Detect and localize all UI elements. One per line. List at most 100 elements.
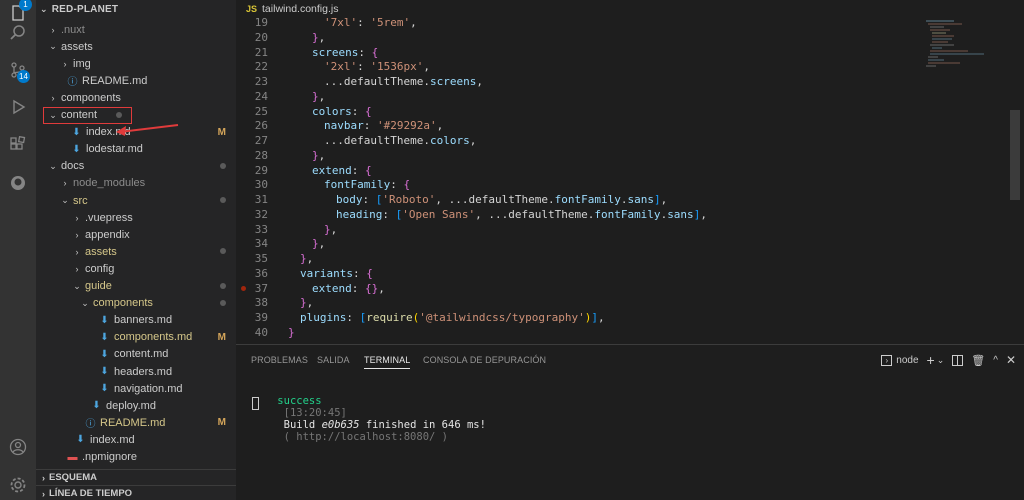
folder-item[interactable]: ⌄ src [36, 192, 236, 209]
bottom-panel: PROBLEMAS SALIDA TERMINAL CONSOLA DE DEP… [236, 344, 1024, 470]
terminal-output-line: success [13:20:45] Build e0b635 finished… [277, 395, 486, 443]
annotation-arrow-icon [116, 124, 179, 136]
folder-item[interactable]: › components [36, 89, 236, 106]
run-debug-icon[interactable] [5, 94, 31, 120]
timeline-section[interactable]: › LÍNEA DE TIEMPO [36, 485, 236, 500]
explorer-sidebar: ⌄ RED-PLANET › .nuxt ⌄ assets › img ⓘ README.md… [36, 0, 236, 500]
markdown-file-icon: ⬇ [100, 348, 109, 360]
file-item[interactable]: ▬ .npmignore [36, 449, 236, 466]
chevron-down-icon[interactable]: ⌄ [937, 355, 945, 366]
panel-empty-area [236, 470, 1024, 500]
modified-dot [220, 281, 226, 292]
modified-badge: M [217, 417, 226, 429]
chevron-right-icon: › [42, 488, 45, 499]
tree-item-label: .npmignore [82, 451, 138, 463]
modified-dot [220, 161, 226, 172]
new-terminal-icon[interactable]: + [927, 352, 935, 368]
tree-item-label: guide [85, 280, 112, 292]
npm-file-icon: ▬ [67, 451, 78, 463]
tree-item-label: docs [61, 160, 85, 173]
folder-item[interactable]: › img [36, 55, 236, 72]
github-icon[interactable] [5, 170, 31, 196]
modified-badge: M [217, 331, 226, 343]
activity-bar: 1 14 [0, 0, 36, 500]
code-text: } [288, 325, 295, 339]
folder-item[interactable]: ⌄ docs [36, 158, 236, 175]
markdown-file-icon: ⬇ [76, 434, 85, 446]
folder-item[interactable]: ⌄ guide [36, 278, 236, 295]
trash-icon[interactable]: 🗑 [971, 354, 985, 367]
folder-item[interactable]: › config [36, 260, 236, 277]
tree-item-label: .vuepress [85, 211, 133, 224]
outline-section[interactable]: › ESQUEMA [36, 469, 236, 485]
minimap[interactable] [924, 18, 994, 88]
tree-item-label: components.md [114, 331, 193, 344]
extensions-icon[interactable] [5, 132, 31, 158]
chevron-down-icon: ⌄ [81, 297, 89, 308]
scm-badge: 14 [17, 70, 30, 83]
chevron-down-icon: ⌄ [61, 195, 69, 205]
file-item[interactable]: ⬇ lodestar.md [36, 141, 236, 158]
folder-item[interactable]: ⌄ components [36, 295, 236, 312]
folder-item[interactable]: › appendix [36, 226, 236, 243]
info-file-icon: ⓘ [67, 77, 78, 89]
markdown-file-icon: ⬇ [72, 126, 81, 138]
explorer-badge: 1 [19, 0, 32, 11]
close-icon[interactable]: ✕ [1006, 353, 1016, 367]
tab-debug-console[interactable]: CONSOLA DE DEPURACIÓN [423, 355, 546, 365]
maximize-panel-icon[interactable]: ^ [993, 355, 998, 366]
tab-problems[interactable]: PROBLEMAS [251, 355, 308, 365]
file-item[interactable]: ⬇ index.md [36, 431, 236, 448]
file-item[interactable]: ⓘ README.md [36, 72, 236, 89]
chevron-right-icon: › [75, 246, 79, 257]
file-item[interactable]: ⬇ headers.md [36, 363, 236, 380]
markdown-file-icon: ⬇ [92, 400, 101, 412]
chevron-down-icon: ⌄ [40, 4, 48, 14]
chevron-down-icon: ⌄ [49, 41, 57, 52]
folder-item[interactable]: › assets [36, 243, 236, 260]
tab-output[interactable]: SALIDA [317, 355, 350, 365]
folder-item[interactable]: ⌄ assets [36, 38, 236, 55]
chevron-right-icon: › [75, 263, 79, 274]
tree-item-label: navigation.md [114, 382, 183, 395]
tree-item-label: deploy.md [106, 399, 156, 412]
markdown-file-icon: ⬇ [100, 331, 109, 343]
tree-item-label: content.md [114, 348, 169, 361]
tree-item-label: appendix [85, 228, 130, 241]
chevron-down-icon: ⌄ [49, 160, 57, 171]
chevron-right-icon: › [75, 229, 79, 240]
file-item[interactable]: ⬇ components.md M [36, 329, 236, 346]
search-icon[interactable] [5, 20, 31, 46]
tree-item-label: img [73, 57, 91, 70]
split-terminal-icon[interactable] [952, 354, 964, 366]
tree-item-label: assets [85, 245, 117, 258]
file-item[interactable]: ⬇ deploy.md [36, 397, 236, 414]
chevron-right-icon: › [51, 24, 55, 35]
file-item[interactable]: ⬇ navigation.md [36, 380, 236, 397]
chevron-right-icon: › [63, 178, 67, 189]
tree-item-label: content [61, 109, 98, 121]
workspace-title[interactable]: ⌄ RED-PLANET [40, 4, 118, 15]
folder-item[interactable]: › .vuepress [36, 209, 236, 226]
panel-actions: › node + ⌄ 🗑 ^ ✕ [881, 352, 1016, 368]
tree-item-label: node_modules [73, 177, 146, 190]
terminal-cursor [252, 397, 259, 410]
editor-scrollbar[interactable] [1010, 110, 1020, 200]
account-icon[interactable] [5, 434, 31, 460]
source-control-icon[interactable]: 14 [5, 57, 31, 83]
markdown-file-icon: ⬇ [100, 314, 109, 326]
file-item[interactable]: ⬇ content.md [36, 346, 236, 363]
file-item[interactable]: ⬇ banners.md [36, 312, 236, 329]
tree-item-label: headers.md [114, 365, 173, 378]
tab-terminal[interactable]: TERMINAL [364, 355, 411, 369]
chevron-down-icon: ⌄ [49, 109, 57, 120]
js-file-icon: JS [246, 4, 258, 14]
settings-icon[interactable] [5, 472, 31, 498]
folder-item[interactable]: › .nuxt [36, 21, 236, 38]
breakpoint-marker[interactable] [241, 285, 246, 291]
file-item[interactable]: ⓘ README.md M [36, 414, 236, 431]
terminal-name[interactable]: node [896, 355, 918, 366]
folder-item[interactable]: › node_modules [36, 175, 236, 192]
chevron-right-icon: › [63, 58, 67, 69]
markdown-file-icon: ⬇ [100, 366, 109, 377]
